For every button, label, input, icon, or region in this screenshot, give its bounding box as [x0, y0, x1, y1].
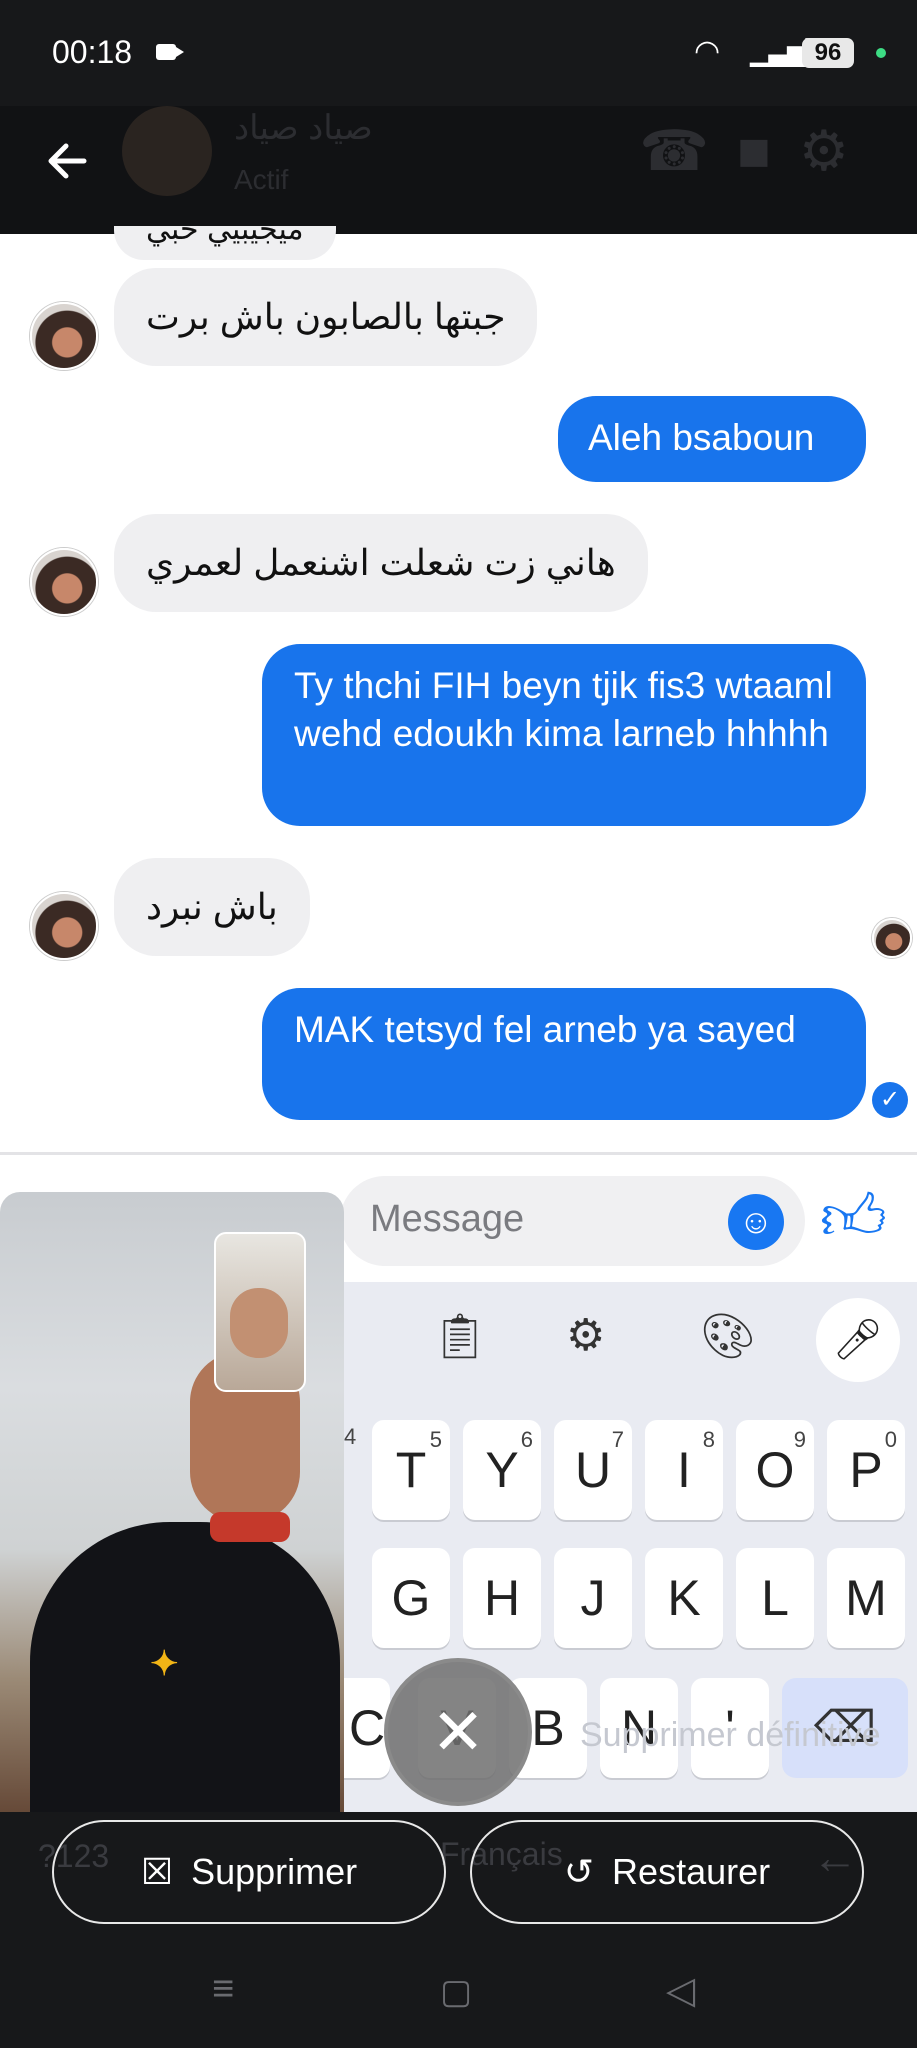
key-u[interactable]: U7 — [554, 1420, 632, 1520]
sender-avatar — [30, 892, 98, 960]
key-label: P — [849, 1442, 883, 1498]
message-text: Aleh bsaboun — [588, 417, 815, 458]
clipboard-icon[interactable]: 📋︎ — [432, 1310, 488, 1362]
key-o[interactable]: O9 — [736, 1420, 814, 1520]
delivered-check-icon: ✓ — [872, 1082, 908, 1118]
key-label: Y — [485, 1442, 519, 1498]
phone-icon[interactable]: ☎ — [639, 119, 737, 182]
read-receipt-avatar — [872, 918, 912, 958]
video-call-overlay[interactable]: ✦ — [0, 1192, 344, 1842]
emoji-icon[interactable]: ☺ — [728, 1194, 784, 1250]
message-bubble-incoming[interactable]: هاني زت شعلت اشنعمل لعمري — [114, 514, 648, 612]
contact-avatar[interactable] — [122, 106, 212, 196]
self-preview[interactable] — [214, 1232, 306, 1392]
conversation-header: صياد صياد Actif ☎■⚙ — [0, 106, 917, 234]
message-bubble-incoming[interactable]: باش نبرد — [114, 858, 310, 956]
trash-icon: ☒ — [140, 1851, 174, 1892]
sender-avatar — [30, 302, 98, 370]
key-label: T — [395, 1442, 427, 1498]
microphone-icon[interactable]: 🎤︎ — [816, 1298, 900, 1382]
contact-status: Actif — [234, 164, 289, 195]
message-bubble-outgoing[interactable]: Ty thchi FIH beyn tjik fis3 wtaaml wehd … — [262, 644, 866, 826]
wifi-icon: ◠ — [694, 35, 721, 68]
history-restore-icon: ↺ — [563, 1851, 595, 1892]
key-number: 8 — [702, 1427, 715, 1452]
divider — [0, 1152, 917, 1155]
thumbs-up-icon[interactable]: 👍︎ — [820, 1180, 887, 1257]
home-nav-icon[interactable]: ▢ — [440, 1972, 472, 2012]
key-g[interactable]: G — [372, 1548, 450, 1648]
message-bubble-incoming[interactable]: ميجيبيي حبي — [114, 226, 336, 260]
message-text: Ty thchi FIH beyn tjik fis3 wtaaml wehd … — [294, 665, 833, 754]
key-i[interactable]: I8 — [645, 1420, 723, 1520]
restore-button[interactable]: ↺ Restaurer — [470, 1820, 864, 1924]
sender-avatar — [30, 548, 98, 616]
settings-gear-icon[interactable]: ⚙ — [566, 1310, 605, 1361]
status-bar: 00:18 ◠ ▁▃▅▇ 96 — [0, 0, 917, 106]
key-label: O — [755, 1442, 795, 1498]
menu-nav-icon[interactable]: ≡ — [212, 1968, 234, 2011]
header-actions-ghost: ☎■⚙ — [639, 118, 877, 184]
message-text: MAK tetsyd fel arneb ya sayed — [294, 1009, 796, 1050]
key-m[interactable]: M — [827, 1548, 905, 1648]
back-button[interactable] — [44, 134, 90, 194]
key-partial-number: 4 — [344, 1424, 357, 1449]
message-bubble-outgoing[interactable]: Aleh bsaboun — [558, 396, 866, 482]
message-text: هاني زت شعلت اشنعمل لعمري — [146, 542, 616, 583]
key-y[interactable]: Y6 — [463, 1420, 541, 1520]
message-text: باش نبرد — [146, 886, 278, 927]
key-h[interactable]: H — [463, 1548, 541, 1648]
key-p[interactable]: P0 — [827, 1420, 905, 1520]
video-recording-icon — [156, 44, 184, 60]
key-number: 0 — [884, 1427, 897, 1452]
contact-name: صياد صياد — [234, 109, 373, 147]
message-bubble-outgoing[interactable]: MAK tetsyd fel arneb ya sayed — [262, 988, 866, 1120]
key-t[interactable]: T5 — [372, 1420, 450, 1520]
arrow-left-icon — [48, 143, 87, 179]
key-number: 5 — [429, 1427, 442, 1452]
message-text: ميجيبيي حبي — [146, 226, 304, 246]
close-icon: ✕ — [431, 1696, 485, 1768]
message-bubble-incoming[interactable]: جبتها بالصابون باش برت — [114, 268, 538, 366]
privacy-dot-icon — [876, 48, 886, 58]
back-nav-icon[interactable]: ◁ — [666, 1968, 695, 2013]
palette-icon[interactable]: 🎨︎ — [700, 1310, 756, 1362]
key-l[interactable]: L — [736, 1548, 814, 1648]
key-label: I — [677, 1442, 691, 1498]
self-preview-face — [230, 1288, 288, 1358]
remote-video-collar — [210, 1512, 290, 1542]
key-label: U — [574, 1442, 612, 1498]
message-text: جبتها بالصابون باش برت — [146, 296, 506, 337]
remote-video-shirt — [30, 1522, 340, 1842]
key-number: 6 — [520, 1427, 533, 1452]
restore-label: Restaurer — [612, 1851, 771, 1892]
kappa-logo-icon: ✦ — [150, 1645, 179, 1683]
message-input[interactable]: Message ☺ — [340, 1176, 805, 1266]
message-placeholder: Message — [370, 1198, 525, 1240]
gear-icon[interactable]: ⚙ — [799, 119, 877, 182]
key-j[interactable]: J — [554, 1548, 632, 1648]
battery-indicator: 96 — [802, 38, 854, 68]
close-overlay-button[interactable]: ✕ — [384, 1658, 532, 1806]
key-k[interactable]: K — [645, 1548, 723, 1648]
delete-button[interactable]: ☒ Supprimer — [52, 1820, 446, 1924]
delete-label: Supprimer — [191, 1851, 358, 1892]
key-number: 9 — [793, 1427, 806, 1452]
key-number: 7 — [611, 1427, 624, 1452]
status-time: 00:18 — [52, 34, 133, 70]
ghost-hint-text: Supprimer définitive — [580, 1716, 881, 1754]
video-call-icon[interactable]: ■ — [737, 119, 799, 182]
